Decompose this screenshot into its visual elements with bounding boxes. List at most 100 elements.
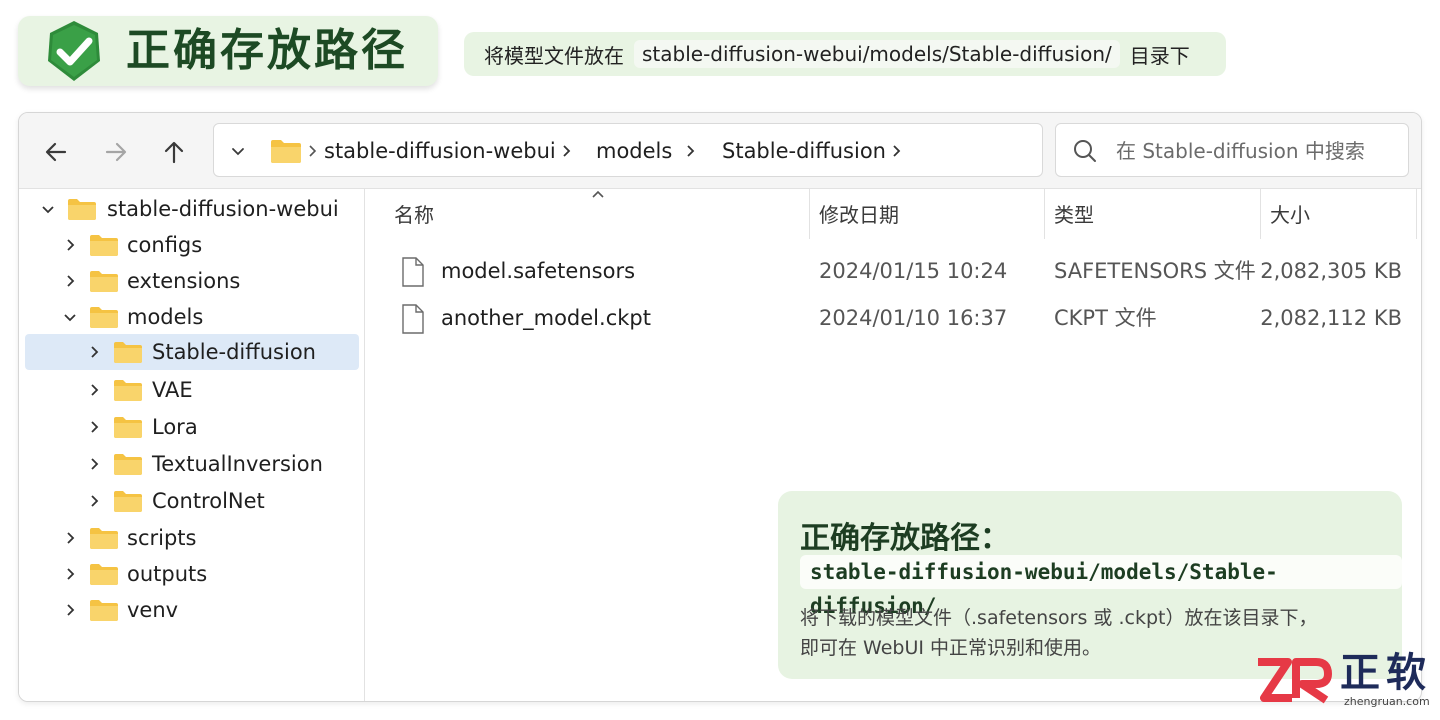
address-bar[interactable]: stable-diffusion-webui models Stable-dif… xyxy=(213,123,1043,177)
chevron-right-icon[interactable] xyxy=(85,455,103,473)
arrow-right-icon xyxy=(105,142,127,162)
column-header-type[interactable]: 类型 xyxy=(1054,203,1094,227)
chevron-right-icon[interactable] xyxy=(61,272,79,290)
zr-logo-icon xyxy=(1258,658,1332,704)
folder-icon xyxy=(90,600,118,621)
column-header-date[interactable]: 修改日期 xyxy=(819,203,899,227)
folder-icon xyxy=(90,528,118,549)
file-name: model.safetensors xyxy=(441,259,636,283)
folder-icon xyxy=(90,307,118,328)
tree-item-extensions[interactable]: extensions xyxy=(25,263,359,299)
table-row[interactable]: model.safetensors 2024/01/15 10:24 SAFET… xyxy=(366,249,1421,293)
folder-icon xyxy=(271,140,301,163)
chevron-right-icon[interactable] xyxy=(85,492,103,510)
hint-path: stable-diffusion-webui/models/Stable-dif… xyxy=(634,40,1120,68)
tree-item-label: scripts xyxy=(127,526,197,550)
tree-item-label: Lora xyxy=(152,415,198,439)
callout-note-line: 即可在 WebUI 中正常识别和使用。 xyxy=(800,637,1102,659)
file-name: another_model.ckpt xyxy=(441,306,651,330)
chevron-right-icon[interactable] xyxy=(85,381,103,399)
column-header-size[interactable]: 大小 xyxy=(1270,203,1310,227)
arrow-left-icon xyxy=(45,142,67,162)
info-callout: 正确存放路径： stable-diffusion-webui/models/St… xyxy=(778,491,1402,679)
file-icon xyxy=(402,304,424,334)
tree-item-lora[interactable]: Lora xyxy=(25,409,359,445)
file-size: 2,082,305 KB xyxy=(1260,259,1402,283)
folder-icon xyxy=(114,342,142,363)
up-button[interactable] xyxy=(157,135,191,169)
column-divider[interactable] xyxy=(1044,189,1045,239)
navigation-tree: stable-diffusion-webui configs extension… xyxy=(19,189,365,701)
tree-item-textualinversion[interactable]: TextualInversion xyxy=(25,446,359,482)
chevron-down-icon[interactable] xyxy=(61,308,79,326)
tree-item-venv[interactable]: venv xyxy=(25,592,359,628)
file-date: 2024/01/10 16:37 xyxy=(819,306,1008,330)
folder-icon xyxy=(90,271,118,292)
tree-item-label: venv xyxy=(127,598,179,622)
search-box[interactable]: 在 Stable-diffusion 中搜索 xyxy=(1055,123,1409,177)
column-header-name[interactable]: 名称 xyxy=(394,203,434,227)
forward-button[interactable] xyxy=(99,135,133,169)
logo-text: 正软 xyxy=(1340,650,1432,696)
search-icon xyxy=(1074,140,1096,162)
chevron-right-icon[interactable] xyxy=(560,140,574,162)
folder-icon xyxy=(90,235,118,256)
logo-url: zhengruan.com xyxy=(1344,695,1430,708)
breadcrumb-item[interactable]: models xyxy=(596,124,672,178)
tree-item-label: Stable-diffusion xyxy=(152,340,316,364)
tree-item-configs[interactable]: configs xyxy=(25,227,359,263)
callout-note-line: 将下载的模型文件（.safetensors 或 .ckpt）放在该目录下， xyxy=(800,607,1318,629)
sort-ascending-icon xyxy=(592,190,604,198)
file-size: 2,082,112 KB xyxy=(1260,306,1402,330)
folder-icon xyxy=(90,564,118,585)
chevron-right-icon[interactable] xyxy=(61,529,79,547)
column-divider[interactable] xyxy=(809,189,810,239)
callout-path: stable-diffusion-webui/models/Stable-dif… xyxy=(800,555,1402,618)
hint-prefix: 将模型文件放在 xyxy=(484,43,624,68)
column-divider[interactable] xyxy=(1416,189,1417,239)
tree-item-vae[interactable]: VAE xyxy=(25,372,359,408)
chevron-right-icon[interactable] xyxy=(61,601,79,619)
hint-suffix: 目录下 xyxy=(1129,43,1190,68)
file-type: CKPT 文件 xyxy=(1054,306,1157,330)
tree-item-stable-diffusion[interactable]: Stable-diffusion xyxy=(25,334,359,370)
back-button[interactable] xyxy=(39,135,73,169)
chevron-right-icon[interactable] xyxy=(61,236,79,254)
folder-icon xyxy=(68,199,96,220)
file-date: 2024/01/15 10:24 xyxy=(819,259,1008,283)
folder-icon xyxy=(114,417,142,438)
chevron-right-icon[interactable] xyxy=(61,565,79,583)
tree-item-label: models xyxy=(127,305,204,329)
search-input[interactable]: 在 Stable-diffusion 中搜索 xyxy=(1116,124,1365,178)
file-icon xyxy=(402,257,424,287)
chevron-right-icon xyxy=(309,145,317,157)
table-row[interactable]: another_model.ckpt 2024/01/10 16:37 CKPT… xyxy=(366,296,1421,340)
arrow-up-icon xyxy=(164,141,184,164)
tree-item-stable-diffusion-webui[interactable]: stable-diffusion-webui xyxy=(25,191,359,227)
chevron-right-icon[interactable] xyxy=(85,418,103,436)
chevron-right-icon[interactable] xyxy=(684,140,698,162)
tree-item-outputs[interactable]: outputs xyxy=(25,556,359,592)
folder-icon xyxy=(114,454,142,475)
tree-item-models[interactable]: models xyxy=(25,299,359,335)
folder-icon xyxy=(114,491,142,512)
tree-item-label: configs xyxy=(127,233,203,257)
path-hint: 将模型文件放在 stable-diffusion-webui/models/St… xyxy=(464,32,1226,76)
tree-item-label: stable-diffusion-webui xyxy=(107,197,339,221)
chevron-down-icon[interactable] xyxy=(39,200,57,218)
tree-item-controlnet[interactable]: ControlNet xyxy=(25,483,359,519)
chevron-down-icon[interactable] xyxy=(226,139,250,163)
tree-item-label: TextualInversion xyxy=(152,452,323,476)
tree-item-scripts[interactable]: scripts xyxy=(25,520,359,556)
breadcrumb-item[interactable]: Stable-diffusion xyxy=(722,124,886,178)
tree-item-label: VAE xyxy=(152,378,193,402)
file-type: SAFETENSORS 文件 xyxy=(1054,259,1256,283)
toolbar: stable-diffusion-webui models Stable-dif… xyxy=(19,113,1421,189)
breadcrumb-item[interactable]: stable-diffusion-webui xyxy=(324,124,556,178)
chevron-right-icon[interactable] xyxy=(890,140,904,162)
folder-icon xyxy=(114,380,142,401)
column-divider[interactable] xyxy=(1260,189,1261,239)
check-badge-icon xyxy=(48,21,100,81)
chevron-right-icon[interactable] xyxy=(85,343,103,361)
tree-item-label: ControlNet xyxy=(152,489,265,513)
